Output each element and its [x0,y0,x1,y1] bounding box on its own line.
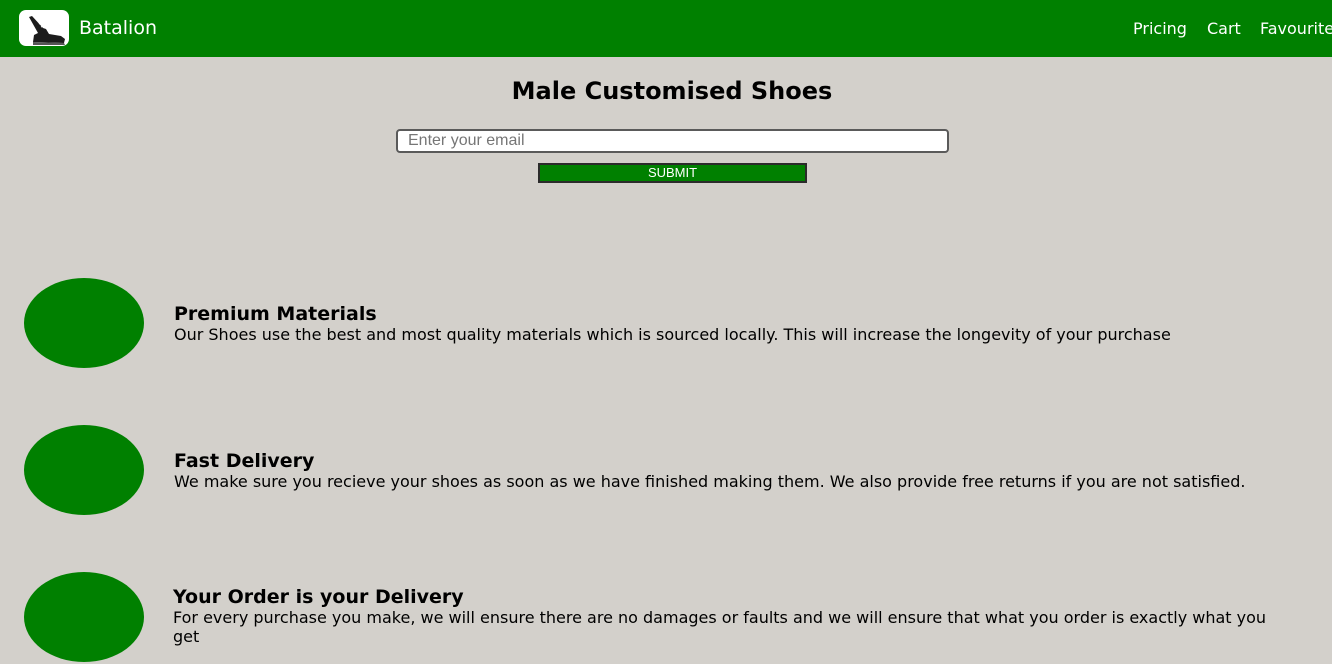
feature-title: Fast Delivery [174,450,315,472]
nav-link-cart[interactable]: Cart [1207,19,1241,39]
submit-button[interactable]: SUBMIT [538,163,807,183]
feature-circle [24,425,144,515]
nav-link-pricing[interactable]: Pricing [1133,19,1187,39]
brand-name[interactable]: Batalion [79,17,157,39]
feature-title: Premium Materials [174,303,377,325]
shoe-icon[interactable] [19,10,69,46]
feature-text: Your Order is your Delivery For every pu… [173,586,1283,646]
feature-text: Fast Delivery We make sure you recieve y… [174,450,1284,491]
feature-title: Your Order is your Delivery [173,586,464,608]
page-title: Male Customised Shoes [511,77,833,105]
top-navbar: Batalion Pricing Cart Favourites [0,0,1332,57]
feature-description: For every purchase you make, we will ens… [173,608,1267,646]
email-field[interactable] [396,129,949,153]
feature-text: Premium Materials Our Shoes use the best… [174,303,1284,344]
feature-circle [24,572,144,662]
feature-circle [24,278,144,368]
feature-description: We make sure you recieve your shoes as s… [174,472,1246,491]
nav-link-favourites[interactable]: Favourites [1260,19,1332,39]
feature-description: Our Shoes use the best and most quality … [174,325,1171,344]
